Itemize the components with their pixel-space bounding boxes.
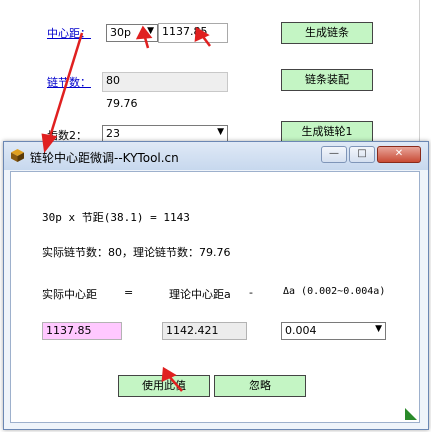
dialog-title: 链轮中心距微调--KYTool.cn: [30, 151, 179, 165]
theory-distance-value: 1142.421: [166, 324, 219, 337]
resize-grip-icon[interactable]: [405, 408, 417, 420]
minimize-icon: —: [329, 148, 339, 159]
center-distance-value: 1137.85: [162, 25, 208, 38]
maximize-button[interactable]: □: [349, 146, 375, 163]
chevron-down-icon: ▼: [147, 26, 154, 36]
chevron-down-icon: ▼: [375, 324, 382, 334]
generate-chain-button[interactable]: 生成链条: [281, 22, 373, 44]
chevron-down-icon: ▼: [217, 127, 224, 137]
equals-sign: =: [124, 286, 134, 299]
theory-distance-label: 理论中心距a: [169, 288, 231, 301]
app-icon: [10, 148, 25, 163]
maximize-icon: □: [357, 148, 367, 159]
chain-links-value: 80: [106, 74, 120, 87]
pitch-formula-text: 30p x 节距(38.1) = 1143: [42, 211, 190, 224]
actual-distance-label: 实际中心距: [42, 288, 97, 301]
delta-label: Δa (0.002~0.004a): [283, 286, 386, 297]
chain-assembly-button[interactable]: 链条装配: [281, 69, 373, 91]
chain-links-field: 80: [102, 72, 228, 92]
close-icon: ✕: [394, 148, 404, 159]
delta-combo[interactable]: 0.004 ▼: [281, 322, 386, 340]
close-button[interactable]: ✕: [377, 146, 421, 163]
center-distance-input[interactable]: 1137.85: [158, 23, 228, 43]
actual-distance-value: 1137.85: [46, 324, 92, 337]
divider: [419, 0, 420, 141]
actual-distance-field[interactable]: 1137.85: [42, 322, 122, 340]
teeth2-value: 23: [106, 127, 120, 140]
minimize-button[interactable]: —: [321, 146, 347, 163]
center-distance-label: 中心距：: [47, 27, 91, 40]
pitch-combo[interactable]: 30p ▼: [106, 24, 158, 42]
dialog-titlebar[interactable]: 链轮中心距微调--KYTool.cn — □ ✕: [4, 142, 428, 170]
dialog-client: 30p x 节距(38.1) = 1143 实际链节数：80，理论链节数：79.…: [10, 171, 420, 423]
ignore-button[interactable]: 忽略: [214, 375, 306, 397]
pitch-combo-value: 30p: [110, 26, 131, 39]
chain-links-theory: 79.76: [106, 97, 138, 110]
chain-links-label: 链节数：: [47, 76, 91, 89]
use-value-button[interactable]: 使用此值: [118, 375, 210, 397]
center-distance-dialog: 链轮中心距微调--KYTool.cn — □ ✕ 30p x 节距(38.1) …: [3, 141, 429, 430]
generate-sprocket-button[interactable]: 生成链轮1: [281, 121, 373, 143]
links-info-text: 实际链节数：80，理论链节数：79.76: [42, 246, 231, 259]
minus-sign: -: [249, 286, 253, 299]
theory-distance-field: 1142.421: [162, 322, 247, 340]
delta-value: 0.004: [285, 324, 317, 337]
